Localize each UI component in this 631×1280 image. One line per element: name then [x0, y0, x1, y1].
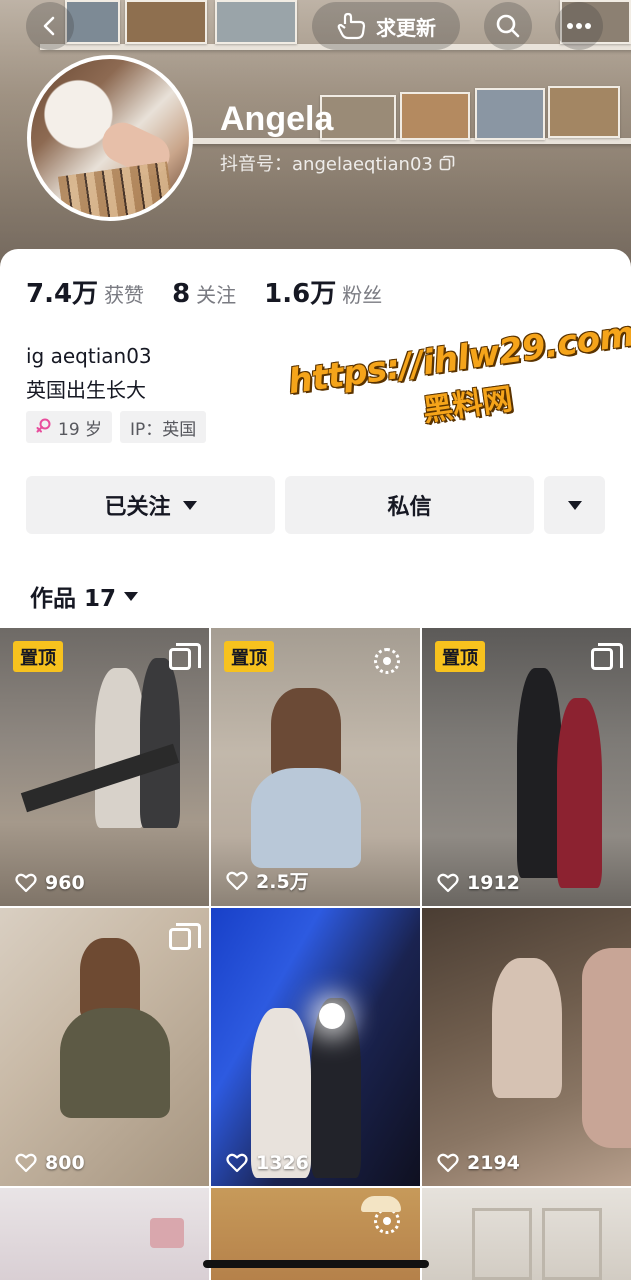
multi-image-icon [169, 923, 201, 950]
more-button[interactable] [555, 2, 603, 50]
post-tile[interactable]: 置顶 960 [0, 628, 209, 906]
heart-icon [226, 1153, 248, 1173]
post-thumbnail-detail [251, 768, 361, 868]
post-likes: 1326 [226, 1152, 309, 1174]
hand-pointing-icon [337, 12, 366, 40]
post-tile[interactable]: 置顶 2.5万 [211, 628, 420, 906]
cover-poster [215, 0, 297, 44]
followers-label[interactable]: 粉丝 [342, 279, 382, 308]
cover-poster [400, 92, 470, 140]
search-icon [496, 14, 520, 38]
post-thumbnail-detail [140, 658, 180, 828]
heart-icon [226, 871, 248, 890]
post-thumbnail-detail [557, 698, 602, 888]
followers-count[interactable]: 1.6万 [264, 273, 336, 310]
copy-icon[interactable] [439, 155, 455, 171]
post-likes-count: 800 [45, 1152, 85, 1174]
cover-poster [548, 86, 620, 138]
profile-bio: ig aeqtian03 英国出生长大 [26, 339, 152, 407]
likes-count: 7.4万 [26, 279, 99, 309]
post-likes-count: 1912 [467, 872, 520, 894]
home-indicator [203, 1260, 429, 1268]
profile-handle[interactable]: 抖音号：angelaeqtian03 [220, 150, 455, 176]
age-tag-label: 19 岁 [58, 419, 103, 440]
works-tab-label: 作品 17 [30, 586, 117, 612]
post-likes-count: 960 [45, 872, 85, 894]
followed-button[interactable]: 已关注 [26, 476, 275, 534]
back-button[interactable] [26, 2, 74, 50]
caret-down-icon [182, 500, 197, 510]
message-button[interactable]: 私信 [285, 476, 534, 534]
message-button-label: 私信 [387, 495, 432, 520]
heart-icon [437, 873, 459, 893]
post-thumbnail-detail [319, 1003, 345, 1029]
profile-handle-text: 抖音号：angelaeqtian03 [220, 154, 433, 175]
post-thumbnail-detail [271, 688, 341, 778]
pinned-badge: 置顶 [435, 641, 485, 672]
post-tile[interactable]: 置顶 1912 [422, 628, 631, 906]
following-count[interactable]: 8 [172, 279, 190, 309]
cover-poster [125, 0, 207, 44]
post-tile[interactable]: 2194 [422, 908, 631, 1186]
avatar-image-detail [58, 161, 174, 217]
post-likes-count: 1326 [256, 1152, 309, 1174]
post-likes: 2194 [437, 1152, 520, 1174]
post-thumbnail-detail [517, 668, 562, 878]
followed-button-label: 已关注 [104, 495, 171, 520]
profile-name: Angela [220, 100, 334, 138]
ip-tag-label: IP：英国 [130, 419, 197, 440]
more-actions-button[interactable] [544, 476, 605, 534]
profile-cover: 求更新 Angela 抖音号：angelaeqtian03 [0, 0, 631, 275]
likes-label: 获赞 [104, 283, 145, 307]
request-update-button[interactable]: 求更新 [312, 2, 460, 50]
post-likes: 960 [15, 872, 85, 894]
post-likes-count: 2.5万 [256, 871, 309, 893]
post-tile[interactable]: 1326 [211, 908, 420, 1186]
profile-stats: 7.4万 获赞 8 关注 1.6万 粉丝 [26, 273, 410, 310]
multi-image-icon [169, 643, 201, 670]
bio-line: 英国出生长大 [26, 378, 146, 402]
more-dots-icon [567, 23, 591, 29]
heart-icon [15, 1153, 37, 1173]
post-tile[interactable] [422, 1188, 631, 1280]
profile-tags: 19 岁 IP：英国 [26, 411, 207, 443]
search-button[interactable] [484, 2, 532, 50]
post-likes-count: 2194 [467, 1152, 520, 1174]
post-thumbnail-detail [492, 958, 562, 1098]
female-icon [36, 418, 51, 433]
post-likes: 800 [15, 1152, 85, 1174]
bio-line: ig aeqtian03 [26, 344, 152, 368]
post-thumbnail-detail [60, 1008, 170, 1118]
caret-down-icon [124, 591, 139, 601]
heart-icon [437, 1153, 459, 1173]
post-thumbnail-detail [582, 948, 631, 1148]
post-thumbnail-detail [80, 938, 140, 1018]
live-photo-icon [374, 648, 400, 674]
multi-image-icon [591, 643, 623, 670]
heart-icon [15, 873, 37, 893]
post-thumbnail-detail [361, 1196, 401, 1212]
pinned-badge: 置顶 [224, 641, 274, 672]
post-tile[interactable] [0, 1188, 209, 1280]
post-thumbnail-detail [150, 1218, 184, 1248]
caret-down-icon [567, 500, 582, 510]
chevron-left-icon [43, 16, 55, 36]
post-thumbnail-detail [542, 1208, 602, 1280]
post-tile[interactable]: 800 [0, 908, 209, 1186]
age-tag: 19 岁 [26, 411, 113, 443]
pinned-badge: 置顶 [13, 641, 63, 672]
ip-tag: IP：英国 [120, 411, 207, 443]
avatar[interactable] [27, 55, 193, 221]
request-update-label: 求更新 [376, 15, 436, 40]
cover-poster [475, 88, 545, 140]
post-likes: 1912 [437, 872, 520, 894]
post-thumbnail-detail [95, 668, 145, 828]
works-tab[interactable]: 作品 17 [30, 579, 139, 613]
following-label[interactable]: 关注 [196, 279, 236, 308]
post-thumbnail-detail [472, 1208, 532, 1280]
post-likes: 2.5万 [226, 867, 309, 894]
